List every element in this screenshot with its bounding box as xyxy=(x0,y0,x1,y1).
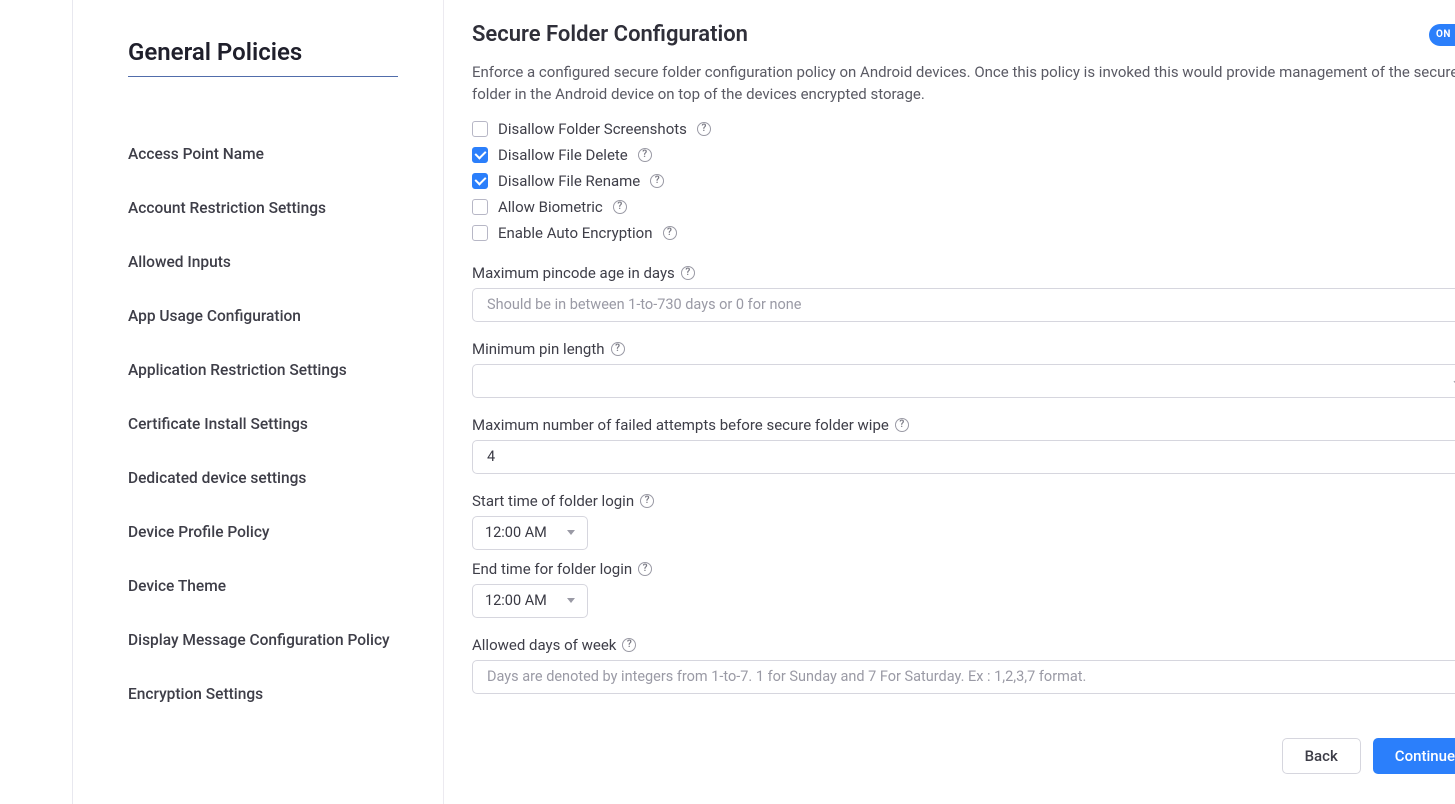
sidebar: General Policies Access Point Name Accou… xyxy=(73,0,443,804)
checkbox-disallow-folder-screenshots[interactable] xyxy=(472,121,488,137)
checkbox-disallow-file-delete[interactable] xyxy=(472,147,488,163)
checkbox-label: Enable Auto Encryption xyxy=(498,224,653,242)
sidebar-item-application-restriction-settings[interactable]: Application Restriction Settings xyxy=(128,343,403,397)
help-icon[interactable]: ? xyxy=(638,562,652,576)
help-icon[interactable]: ? xyxy=(895,418,909,432)
checkbox-label: Allow Biometric xyxy=(498,198,603,216)
checkbox-label: Disallow Folder Screenshots xyxy=(498,120,687,138)
help-icon[interactable]: ? xyxy=(650,174,664,188)
help-icon[interactable]: ? xyxy=(640,494,654,508)
field-min-pin-length: Minimum pin length ? xyxy=(472,340,1455,398)
label-text: Maximum number of failed attempts before… xyxy=(472,416,889,434)
label-text: Maximum pincode age in days xyxy=(472,264,675,282)
field-max-pincode-age: Maximum pincode age in days ? xyxy=(472,264,1455,322)
field-max-failed-attempts: Maximum number of failed attempts before… xyxy=(472,416,1455,474)
field-label: Maximum number of failed attempts before… xyxy=(472,416,909,434)
sidebar-item-access-point-name[interactable]: Access Point Name xyxy=(128,127,403,181)
help-icon[interactable]: ? xyxy=(697,122,711,136)
input-wrapper xyxy=(472,440,1455,474)
field-end-time: End time for folder login ? 12:00 AM xyxy=(472,560,1455,618)
checkbox-row-disallow-file-rename: Disallow File Rename ? xyxy=(472,168,1455,194)
page-container: General Policies Access Point Name Accou… xyxy=(72,0,1455,804)
enable-toggle[interactable]: ON xyxy=(1429,24,1455,46)
checkbox-row-allow-biometric: Allow Biometric ? xyxy=(472,194,1455,220)
label-text: Start time of folder login xyxy=(472,492,634,510)
continue-button[interactable]: Continue xyxy=(1373,738,1455,774)
help-icon[interactable]: ? xyxy=(681,266,695,280)
checkbox-row-disallow-file-delete: Disallow File Delete ? xyxy=(472,142,1455,168)
chevron-down-icon xyxy=(567,530,575,535)
page-description: Enforce a configured secure folder confi… xyxy=(472,62,1455,106)
field-allowed-days: Allowed days of week ? xyxy=(472,636,1455,694)
heading-rule xyxy=(128,76,398,77)
sidebar-heading: General Policies xyxy=(128,38,403,66)
main-header: Secure Folder Configuration ON xyxy=(472,22,1455,47)
input-wrapper xyxy=(472,660,1455,694)
sidebar-item-allowed-inputs[interactable]: Allowed Inputs xyxy=(128,235,403,289)
select-value: 12:00 AM xyxy=(485,592,547,609)
checkbox-row-enable-auto-encryption: Enable Auto Encryption ? xyxy=(472,220,1455,246)
sidebar-item-dedicated-device-settings[interactable]: Dedicated device settings xyxy=(128,451,403,505)
sidebar-item-certificate-install-settings[interactable]: Certificate Install Settings xyxy=(128,397,403,451)
sidebar-item-encryption-settings[interactable]: Encryption Settings xyxy=(128,667,403,721)
help-icon[interactable]: ? xyxy=(613,200,627,214)
page-title: Secure Folder Configuration xyxy=(472,22,748,47)
help-icon[interactable]: ? xyxy=(638,148,652,162)
field-label: End time for folder login ? xyxy=(472,560,652,578)
label-text: Allowed days of week xyxy=(472,636,616,654)
toggle-label: ON xyxy=(1436,29,1451,40)
sidebar-item-account-restriction-settings[interactable]: Account Restriction Settings xyxy=(128,181,403,235)
min-pin-length-select[interactable] xyxy=(472,364,1455,398)
field-label: Minimum pin length ? xyxy=(472,340,625,358)
checkbox-enable-auto-encryption[interactable] xyxy=(472,225,488,241)
help-icon[interactable]: ? xyxy=(611,342,625,356)
footer-buttons: Back Continue xyxy=(472,738,1455,774)
checkbox-disallow-file-rename[interactable] xyxy=(472,173,488,189)
input-wrapper xyxy=(472,288,1455,322)
field-label: Start time of folder login ? xyxy=(472,492,654,510)
checkbox-label: Disallow File Rename xyxy=(498,172,640,190)
checkbox-allow-biometric[interactable] xyxy=(472,199,488,215)
back-button[interactable]: Back xyxy=(1282,738,1361,774)
allowed-days-input[interactable] xyxy=(485,667,1455,686)
checkbox-row-disallow-folder-screenshots: Disallow Folder Screenshots ? xyxy=(472,116,1455,142)
sidebar-item-display-message-configuration-policy[interactable]: Display Message Configuration Policy xyxy=(128,613,403,667)
end-time-select[interactable]: 12:00 AM xyxy=(472,584,588,618)
sidebar-item-app-usage-configuration[interactable]: App Usage Configuration xyxy=(128,289,403,343)
help-icon[interactable]: ? xyxy=(663,226,677,240)
main-content: Secure Folder Configuration ON Enforce a… xyxy=(443,0,1455,804)
checkbox-label: Disallow File Delete xyxy=(498,146,628,164)
select-value: 12:00 AM xyxy=(485,524,547,541)
help-icon[interactable]: ? xyxy=(622,638,636,652)
chevron-down-icon xyxy=(567,598,575,603)
label-text: End time for folder login xyxy=(472,560,632,578)
sidebar-item-device-theme[interactable]: Device Theme xyxy=(128,559,403,613)
start-time-select[interactable]: 12:00 AM xyxy=(472,516,588,550)
sidebar-item-device-profile-policy[interactable]: Device Profile Policy xyxy=(128,505,403,559)
label-text: Minimum pin length xyxy=(472,340,605,358)
max-pincode-age-input[interactable] xyxy=(485,295,1455,314)
field-start-time: Start time of folder login ? 12:00 AM xyxy=(472,492,1455,550)
max-failed-attempts-input[interactable] xyxy=(485,447,1455,466)
field-label: Allowed days of week ? xyxy=(472,636,636,654)
field-label: Maximum pincode age in days ? xyxy=(472,264,695,282)
